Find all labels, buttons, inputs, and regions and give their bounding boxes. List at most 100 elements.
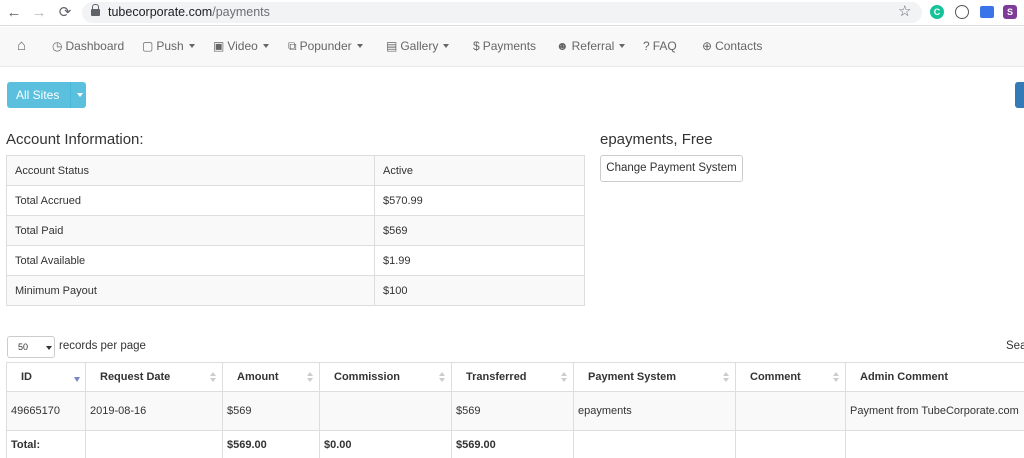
site-navbar: ⌂ ◷ Dashboard ▢ Push ▣ Video ⧉ Popunder ▤ Gal… <box>0 27 1024 67</box>
total-commission: $0.00 <box>319 430 452 458</box>
grammarly-extension-icon[interactable]: C <box>930 5 944 19</box>
video-icon: ▣ <box>213 39 225 53</box>
sort-desc-icon <box>74 377 80 382</box>
minimum-payout-value: $100 <box>374 275 585 306</box>
account-status-label: Account Status <box>6 155 375 186</box>
nav-item-label: Video <box>227 39 258 53</box>
nav-item-referral[interactable]: ☻ Referral <box>556 39 626 53</box>
nav-item-label: Contacts <box>715 39 763 53</box>
payments-table: ID Request Date Amount Commission Transf… <box>6 362 1024 458</box>
sort-icon <box>307 372 314 384</box>
sort-icon <box>439 372 446 384</box>
chevron-down-icon <box>619 44 626 48</box>
total-available-label: Total Available <box>6 245 375 276</box>
column-header-comment[interactable]: Comment <box>735 362 846 392</box>
nav-item-payments[interactable]: $ Payments <box>473 39 536 53</box>
column-header-commission[interactable]: Commission <box>319 362 452 392</box>
total-empty <box>85 430 223 458</box>
total-empty <box>573 430 736 458</box>
nav-item-label: Referral <box>571 39 615 53</box>
account-info-title: Account Information: <box>6 131 144 148</box>
nav-item-gallery[interactable]: ▤ Gallery <box>386 39 450 53</box>
forward-icon[interactable]: → <box>29 3 49 23</box>
nav-item-contacts[interactable]: ⊕ Contacts <box>702 39 762 53</box>
cell-payment-system: epayments <box>573 391 736 431</box>
sort-icon <box>723 372 730 384</box>
dollar-icon: $ <box>473 39 480 53</box>
lock-icon <box>91 4 100 17</box>
question-circle-icon: ? <box>643 39 650 53</box>
back-icon[interactable]: ← <box>4 3 24 23</box>
table-row: Total Paid $569 <box>6 215 585 246</box>
cell-request-date: 2019-08-16 <box>85 391 223 431</box>
total-accrued-value: $570.99 <box>374 185 585 216</box>
totals-row: Total: $569.00 $0.00 $569.00 <box>6 430 1024 458</box>
chevron-down-icon <box>443 44 450 48</box>
dashboard-icon: ◷ <box>52 39 63 53</box>
sort-icon <box>561 372 568 384</box>
payment-system-title: epayments, Free <box>600 131 713 148</box>
column-header-payment-system[interactable]: Payment System <box>573 362 736 392</box>
minimum-payout-label: Minimum Payout <box>6 275 375 306</box>
cell-id: 49665170 <box>6 391 86 431</box>
cell-commission <box>319 391 452 431</box>
all-sites-label: All Sites <box>16 88 60 102</box>
nav-item-label: Popunder <box>299 39 352 53</box>
column-header-transferred[interactable]: Transferred <box>451 362 574 392</box>
total-transferred: $569.00 <box>451 430 574 458</box>
address-bar[interactable]: tubecorporate.com/payments ☆ <box>82 2 922 23</box>
table-row: 49665170 2019-08-16 $569 $569 epayments … <box>6 391 1024 431</box>
table-row: Total Accrued $570.99 <box>6 185 585 216</box>
table-header-row: ID Request Date Amount Commission Transf… <box>6 362 1024 392</box>
total-available-value: $1.99 <box>374 245 585 276</box>
home-icon[interactable]: ⌂ <box>17 37 26 54</box>
nav-item-video[interactable]: ▣ Video <box>213 39 269 53</box>
nav-item-dashboard[interactable]: ◷ Dashboard <box>52 39 124 53</box>
records-per-page-select[interactable]: 50 <box>7 336 55 358</box>
nav-item-label: FAQ <box>652 39 677 53</box>
header-label: Request Date <box>100 371 171 383</box>
column-header-id[interactable]: ID <box>6 362 86 392</box>
popunder-icon: ⧉ <box>288 39 297 53</box>
nav-item-popunder[interactable]: ⧉ Popunder <box>288 39 363 54</box>
column-header-amount[interactable]: Amount <box>222 362 320 392</box>
url-domain: tubecorporate.com <box>108 5 213 19</box>
nav-item-label: Gallery <box>400 39 439 53</box>
extension-icon[interactable] <box>955 5 969 19</box>
header-label: Amount <box>237 371 279 383</box>
cell-amount: $569 <box>222 391 320 431</box>
header-label: Comment <box>750 371 801 383</box>
sort-icon <box>833 372 840 384</box>
bookmark-star-icon[interactable]: ☆ <box>898 2 911 20</box>
reload-icon[interactable]: ⟳ <box>55 3 75 23</box>
column-header-admin-comment[interactable]: Admin Comment <box>845 362 1024 392</box>
push-icon: ▢ <box>142 39 154 53</box>
nav-item-push[interactable]: ▢ Push <box>142 39 195 53</box>
nav-item-faq[interactable]: ? FAQ <box>643 39 677 53</box>
total-amount: $569.00 <box>222 430 320 458</box>
globe-icon: ⊕ <box>702 39 713 53</box>
column-header-request-date[interactable]: Request Date <box>85 362 223 392</box>
cell-admin-comment: Payment from TubeCorporate.com <box>845 391 1024 431</box>
chevron-down-icon <box>46 346 52 350</box>
search-label: Sea <box>1006 340 1024 352</box>
nav-item-label: Dashboard <box>65 39 125 53</box>
chevron-down-icon <box>262 44 269 48</box>
right-edge-button[interactable] <box>1015 82 1024 108</box>
table-row: Account Status Active <box>6 155 585 186</box>
extension-icon-blue[interactable] <box>980 6 994 18</box>
gallery-icon: ▤ <box>386 39 398 53</box>
all-sites-button[interactable]: All Sites <box>7 82 86 108</box>
cell-transferred: $569 <box>451 391 574 431</box>
url-path: /payments <box>212 5 270 19</box>
browser-toolbar: ← → ⟳ tubecorporate.com/payments ☆ C S <box>0 0 1024 26</box>
table-row: Total Available $1.99 <box>6 245 585 276</box>
page-size-value: 50 <box>18 342 29 352</box>
users-icon: ☻ <box>556 39 569 53</box>
change-payment-system-button[interactable]: Change Payment System <box>600 155 743 182</box>
chevron-down-icon[interactable] <box>77 93 83 97</box>
s-extension-icon[interactable]: S <box>1003 5 1017 19</box>
sort-icon <box>210 372 217 384</box>
header-label: ID <box>21 371 32 383</box>
records-per-page-label: records per page <box>59 340 146 352</box>
